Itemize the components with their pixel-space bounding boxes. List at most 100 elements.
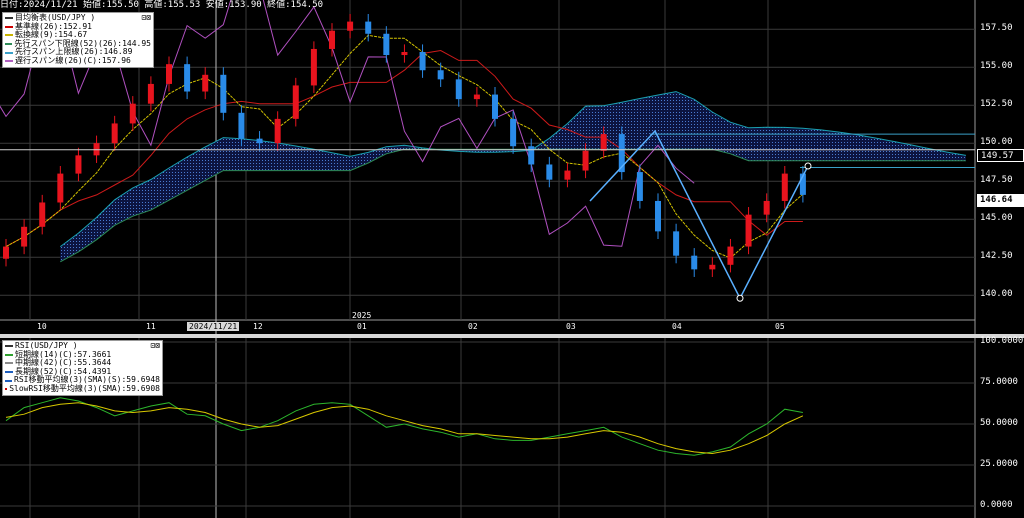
month-tick-label: 03 <box>566 322 576 331</box>
header-close: 終値:154.50 <box>267 0 324 10</box>
rsi-legend-swatch <box>5 379 13 382</box>
rsi-legend-item: SlowRSI移動平均線(3)(SMA):59.6908 <box>5 383 160 394</box>
candle-body <box>419 52 426 71</box>
candle-body <box>274 118 281 144</box>
candle-body <box>184 64 191 92</box>
price-tick-label: 150.00 <box>980 137 1013 148</box>
price-tick-label: 152.50 <box>980 99 1013 110</box>
candle-body <box>763 200 770 215</box>
price-tick-label: 145.00 <box>980 213 1013 224</box>
zigzag-low-marker <box>736 294 744 302</box>
pane-divider[interactable] <box>0 334 1024 338</box>
rsi-legend-label: SlowRSI移動平均線(3)(SMA):59.6908 <box>9 383 160 393</box>
ichimoku-legend-swatch <box>5 51 13 54</box>
rsi-ma-line <box>5 402 804 455</box>
price-tick-label: 157.50 <box>980 23 1013 34</box>
candle-body <box>564 170 571 180</box>
candle-body <box>709 264 716 270</box>
candle-body <box>238 112 245 139</box>
cursor-date-label: 2024/11/21 <box>187 322 240 331</box>
price-and-rsi-chart[interactable] <box>0 0 1024 518</box>
candle-body <box>75 155 82 174</box>
candle-body <box>473 94 480 100</box>
rsi-tick-label: 75.0000 <box>980 377 1018 387</box>
month-tick-label: 04 <box>672 322 682 331</box>
legend-controls-icon[interactable]: ⊡⊠ <box>141 13 151 23</box>
rsi-tick-label: 0.0000 <box>980 500 1013 510</box>
candle-body <box>3 246 9 259</box>
month-tick-label: 01 <box>357 322 367 331</box>
candle-body <box>21 226 28 247</box>
rsi-legend-controls-icon[interactable]: ⊡⊠ <box>150 341 160 351</box>
candle-body <box>781 173 788 201</box>
rsi-legend-swatch <box>5 371 13 374</box>
candle-body <box>546 164 553 180</box>
candle-body <box>582 150 589 171</box>
candle-body <box>437 70 444 80</box>
candle-body <box>111 123 118 144</box>
candle-body <box>129 103 136 124</box>
candle-body <box>655 200 661 232</box>
year-label: 2025 <box>352 311 372 320</box>
rsi-legend-title-swatch <box>5 345 13 348</box>
rsi-legend-swatch <box>5 388 8 391</box>
price-tick-label: 142.50 <box>980 251 1013 262</box>
zigzag-high-marker <box>804 162 812 170</box>
candle-body <box>383 33 390 56</box>
ichimoku-legend-label: 遅行スパン線(26)(C):157.96 <box>15 55 131 65</box>
candle-body <box>455 79 462 100</box>
candle-body <box>510 118 517 147</box>
ichimoku-legend-swatch <box>5 43 13 46</box>
candle-body <box>57 173 64 203</box>
candle-body <box>365 21 372 34</box>
chart-window: 日付:2024/11/21 始値:155.50 高値:155.53 安値:153… <box>0 0 1024 518</box>
month-tick-label: 10 <box>37 322 47 331</box>
candle-body <box>673 231 680 256</box>
price-tick-label: 147.50 <box>980 175 1013 186</box>
month-tick-label: 11 <box>146 322 156 331</box>
rsi-tick-label: 50.0000 <box>980 418 1018 428</box>
month-tick-label: 12 <box>253 322 263 331</box>
header-date: 日付:2024/11/21 <box>0 0 78 10</box>
candle-body <box>147 83 154 104</box>
ichimoku-legend-swatch <box>5 25 13 28</box>
ichimoku-legend-swatch <box>5 34 13 37</box>
ichimoku-legend-swatch <box>5 60 13 63</box>
candle-body <box>600 134 607 151</box>
candle-body <box>202 74 209 92</box>
marker-price-tag: 149.57 <box>977 149 1024 162</box>
legend-title-swatch <box>5 17 13 20</box>
candle-body <box>310 48 317 86</box>
rsi-line <box>5 397 803 456</box>
ichimoku-legend[interactable]: 目均衡表(USD/JPY ) ⊡⊠ 基準線(26):152.91 転換線(9):1… <box>2 12 154 68</box>
candle-body <box>745 214 752 247</box>
header-low: 安値:153.90 <box>205 0 262 10</box>
price-tick-label: 140.00 <box>980 289 1013 300</box>
candle-body <box>636 172 643 201</box>
ohlc-header: 日付:2024/11/21 始値:155.50 高値:155.53 安値:153… <box>0 0 323 11</box>
rsi-legend-swatch <box>5 353 13 356</box>
price-tick-label: 155.00 <box>980 61 1013 72</box>
rsi-legend[interactable]: RSI(USD/JPY ) ⊡⊠ 短期線(14)(C):57.3661 中期線(4… <box>2 340 163 396</box>
candle-body <box>347 21 354 31</box>
month-tick-label: 02 <box>468 322 478 331</box>
candle-body <box>528 146 535 165</box>
candle-body <box>401 52 408 56</box>
candle-body <box>256 138 263 144</box>
candle-body <box>727 246 734 265</box>
ichimoku-legend-item: 遅行スパン線(26)(C):157.96 <box>5 55 151 66</box>
candle-body <box>292 85 299 119</box>
rsi-tick-label: 100.0000 <box>980 336 1024 346</box>
candle-body <box>492 94 498 119</box>
current-price-tag: 146.64 <box>977 194 1024 207</box>
candle-body <box>329 30 335 49</box>
header-high: 高値:155.53 <box>144 0 201 10</box>
rsi-tick-label: 25.0000 <box>980 459 1018 469</box>
rsi-legend-swatch <box>5 362 13 365</box>
candle-body <box>166 64 172 84</box>
header-open: 始値:155.50 <box>83 0 139 10</box>
candle-body <box>220 74 227 113</box>
month-tick-label: 05 <box>775 322 785 331</box>
candle-body <box>39 202 46 227</box>
candle-body <box>691 255 698 270</box>
